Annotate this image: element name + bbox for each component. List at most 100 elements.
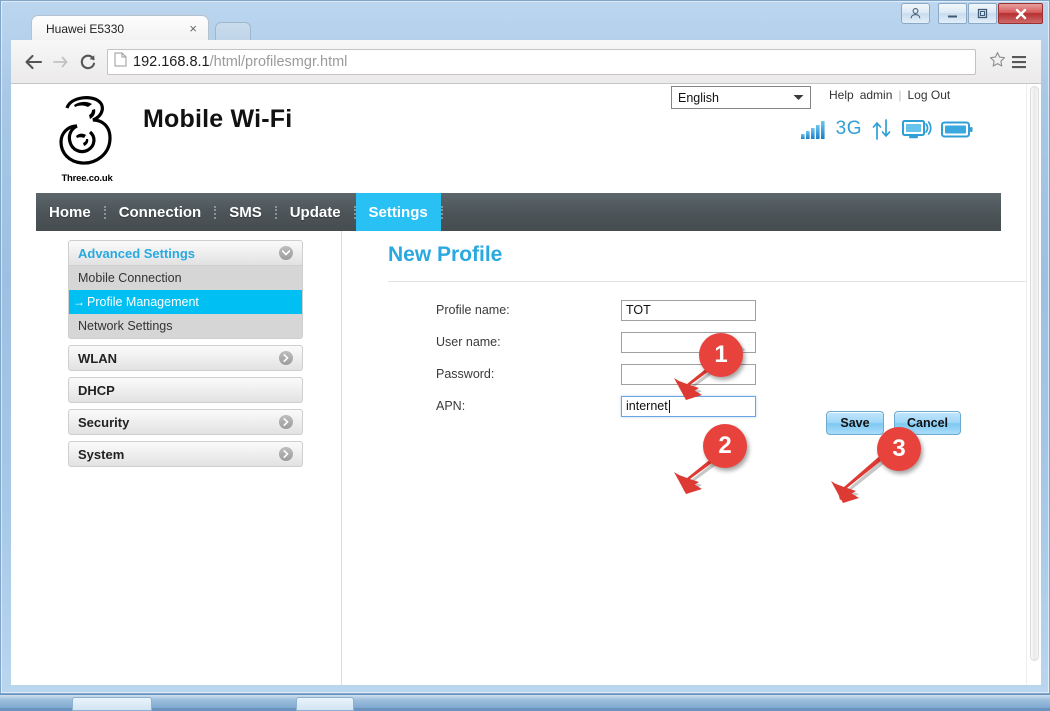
reload-button[interactable] xyxy=(74,48,101,75)
url-path: /html/profilesmgr.html xyxy=(209,53,348,70)
main-navigation: Home Connection SMS Update Settings xyxy=(36,193,1001,231)
address-bar[interactable]: 192.168.8.1/html/profilesmgr.html xyxy=(107,48,976,75)
chevron-right-icon[interactable] xyxy=(279,351,293,365)
settings-sidebar: Advanced Settings Mobile Connection → Pr… xyxy=(68,240,303,473)
forward-button[interactable] xyxy=(47,48,74,75)
sidebar-item-dhcp[interactable]: DHCP xyxy=(68,377,303,403)
bookmark-star-button[interactable] xyxy=(989,51,1006,73)
sidebar-group-wlan: WLAN xyxy=(68,345,303,371)
chevron-right-icon[interactable] xyxy=(279,415,293,429)
reload-icon xyxy=(80,54,95,69)
nav-separator xyxy=(440,205,443,219)
sidebar-group-security: Security xyxy=(68,409,303,435)
sidebar-group-advanced-settings: Advanced Settings Mobile Connection → Pr… xyxy=(68,240,303,339)
network-type-label: 3G xyxy=(835,118,862,139)
hamburger-menu-icon xyxy=(1012,55,1026,68)
chevron-right-icon[interactable] xyxy=(279,447,293,461)
annotation-number: 3 xyxy=(892,435,906,462)
user-name-label: User name: xyxy=(436,335,501,349)
signal-bars-icon xyxy=(800,120,825,139)
profile-name-label: Profile name: xyxy=(436,303,510,317)
nav-item-settings[interactable]: Settings xyxy=(355,193,441,231)
forward-arrow-icon xyxy=(53,56,68,67)
annotation-callout-2: 2 xyxy=(703,424,747,468)
browser-tab[interactable]: Huawei E5330 × xyxy=(31,15,209,41)
url-host: 192.168.8.1 xyxy=(133,53,210,70)
username-link[interactable]: admin xyxy=(860,88,893,102)
browser-menu-button[interactable] xyxy=(1006,48,1032,75)
page-title: Mobile Wi-Fi xyxy=(143,105,293,133)
site-header: Three.co.uk Mobile Wi-Fi English Help ad… xyxy=(11,84,1026,184)
help-link[interactable]: Help xyxy=(829,88,854,102)
scrollbar-thumb[interactable] xyxy=(1030,86,1039,661)
chevron-down-icon xyxy=(793,95,804,100)
bookmark-star-icon xyxy=(989,51,1006,67)
annotation-callout-3: 3 xyxy=(877,427,921,471)
back-arrow-icon xyxy=(25,54,43,69)
sidebar-item-system[interactable]: System xyxy=(68,441,303,467)
up-down-transfer-icon xyxy=(872,118,891,140)
account-links: Help admin | Log Out xyxy=(829,88,950,102)
taskbar-button[interactable] xyxy=(72,697,152,711)
sidebar-item-label: Advanced Settings xyxy=(78,245,196,261)
nav-item-connection[interactable]: Connection xyxy=(106,193,215,231)
nav-separator xyxy=(103,205,106,219)
annotation-number: 1 xyxy=(714,341,728,368)
taskbar-button[interactable] xyxy=(296,697,354,711)
active-item-arrow-icon: → xyxy=(73,295,85,309)
tab-title: Huawei E5330 xyxy=(46,21,125,36)
browser-toolbar: 192.168.8.1/html/profilesmgr.html xyxy=(11,40,1041,84)
profile-name-field[interactable]: TOT xyxy=(621,299,756,321)
sidebar-item-label: WLAN xyxy=(78,350,117,366)
back-button[interactable] xyxy=(20,48,47,75)
password-label: Password: xyxy=(436,367,495,381)
page-viewport: Three.co.uk Mobile Wi-Fi English Help ad… xyxy=(11,84,1041,685)
sidebar-item-network-settings[interactable]: Network Settings xyxy=(69,314,302,338)
three-logo-icon xyxy=(59,96,112,165)
connected-device-icon xyxy=(902,119,932,138)
browser-tabstrip: Huawei E5330 × xyxy=(11,13,1041,41)
sidebar-item-advanced-settings[interactable]: Advanced Settings xyxy=(68,240,303,266)
language-select-value: English xyxy=(678,90,719,105)
brand-logo-caption: Three.co.uk xyxy=(61,173,113,184)
links-separator: | xyxy=(898,88,902,102)
windows-taskbar xyxy=(0,694,1050,711)
panel-divider xyxy=(388,281,1033,282)
page-document-icon xyxy=(114,52,127,72)
apn-label: APN: xyxy=(436,399,466,413)
save-button[interactable]: Save xyxy=(826,411,884,435)
status-icon-bar: 3G xyxy=(783,116,973,142)
language-select[interactable]: English xyxy=(671,86,811,109)
annotation-callout-1: 1 xyxy=(699,333,743,377)
battery-icon xyxy=(941,121,973,137)
logout-link[interactable]: Log Out xyxy=(908,88,951,102)
nav-item-update[interactable]: Update xyxy=(277,193,354,231)
sidebar-item-wlan[interactable]: WLAN xyxy=(68,345,303,371)
router-admin-page: Three.co.uk Mobile Wi-Fi English Help ad… xyxy=(11,84,1033,685)
sidebar-group-system: System xyxy=(68,441,303,467)
new-tab-button[interactable] xyxy=(215,22,251,41)
browser-window: Huawei E5330 × 192.168.8.1/html/profiles… xyxy=(0,0,1050,694)
page-scrollbar[interactable] xyxy=(1026,84,1041,685)
sidebar-item-label: DHCP xyxy=(78,382,115,398)
brand-logo: Three.co.uk xyxy=(41,92,133,184)
nav-separator xyxy=(353,205,356,219)
sidebar-item-label: Network Settings xyxy=(78,319,173,333)
sidebar-group-dhcp: DHCP xyxy=(68,377,303,403)
sidebar-item-label: Mobile Connection xyxy=(78,271,182,285)
sidebar-item-mobile-connection[interactable]: Mobile Connection xyxy=(69,266,302,290)
sidebar-submenu: Mobile Connection → Profile Management N… xyxy=(68,266,303,339)
address-bar-url: 192.168.8.1/html/profilesmgr.html xyxy=(133,54,347,70)
panel-heading: New Profile xyxy=(388,243,503,266)
sidebar-item-label: Profile Management xyxy=(87,295,199,309)
form-row-profile-name: Profile name: TOT xyxy=(436,294,996,326)
nav-item-home[interactable]: Home xyxy=(36,193,104,231)
annotation-number: 2 xyxy=(718,432,732,459)
nav-separator xyxy=(214,205,217,219)
sidebar-item-profile-management[interactable]: → Profile Management xyxy=(69,290,302,314)
nav-item-sms[interactable]: SMS xyxy=(216,193,275,231)
sidebar-item-security[interactable]: Security xyxy=(68,409,303,435)
tab-close-icon[interactable]: × xyxy=(186,22,200,35)
chevron-down-icon[interactable] xyxy=(279,246,293,260)
sidebar-item-label: Security xyxy=(78,414,130,430)
